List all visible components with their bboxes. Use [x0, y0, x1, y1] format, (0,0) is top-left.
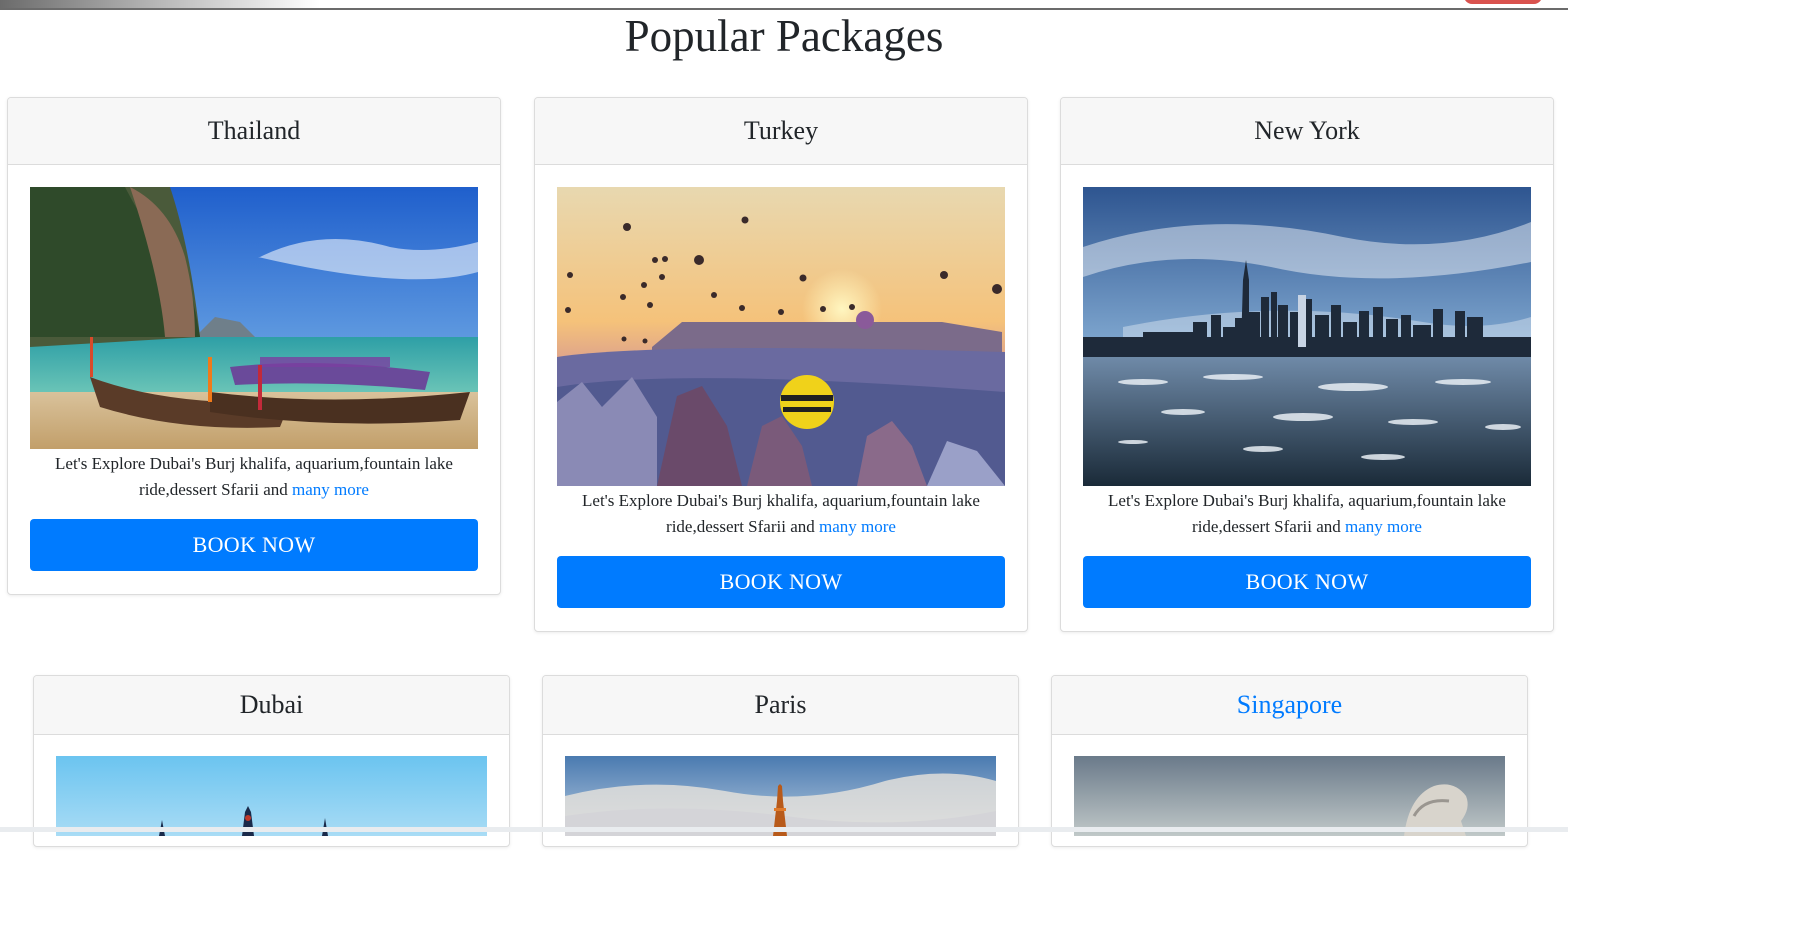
many-more-link[interactable]: many more: [292, 480, 369, 499]
new-york-skyline-photo: [1083, 187, 1531, 486]
many-more-link[interactable]: many more: [819, 517, 896, 536]
card-header: Turkey: [535, 98, 1027, 165]
top-strip-gradient: [0, 0, 320, 8]
card-description: Let's Explore Dubai's Burj khalifa, aqua…: [1108, 491, 1506, 536]
top-right-button[interactable]: [1464, 0, 1542, 4]
book-now-button[interactable]: BOOK NOW: [30, 519, 478, 571]
package-card-thailand: Thailand Let's Explore Dubai's Burj khal…: [7, 97, 501, 595]
thailand-beach-photo: [30, 187, 478, 449]
package-card-paris: Paris: [542, 675, 1019, 847]
dubai-photo: [56, 756, 487, 836]
bottom-scroll-strip: [0, 827, 1568, 832]
package-card-new-york: New York Let's Explore Dubai's Burj khal…: [1060, 97, 1554, 632]
card-header: Thailand: [8, 98, 500, 165]
card-header: Dubai: [34, 676, 509, 735]
singapore-merlion-photo: [1074, 756, 1505, 836]
package-card-singapore: Singapore: [1051, 675, 1528, 847]
card-header: Paris: [543, 676, 1018, 735]
page-title: Popular Packages: [624, 11, 944, 61]
many-more-link[interactable]: many more: [1345, 517, 1422, 536]
package-card-dubai: Dubai: [33, 675, 510, 847]
book-now-button[interactable]: BOOK NOW: [557, 556, 1005, 608]
card-description: Let's Explore Dubai's Burj khalifa, aqua…: [582, 491, 980, 536]
card-header: New York: [1061, 98, 1553, 165]
card-description: Let's Explore Dubai's Burj khalifa, aqua…: [55, 454, 453, 499]
package-card-turkey: Turkey Let's Explore Dubai's Burj khalif…: [534, 97, 1028, 632]
turkey-balloons-photo: [557, 187, 1005, 486]
paris-eiffel-photo: [565, 756, 996, 836]
card-header: Singapore: [1052, 676, 1527, 735]
book-now-button[interactable]: BOOK NOW: [1083, 556, 1531, 608]
